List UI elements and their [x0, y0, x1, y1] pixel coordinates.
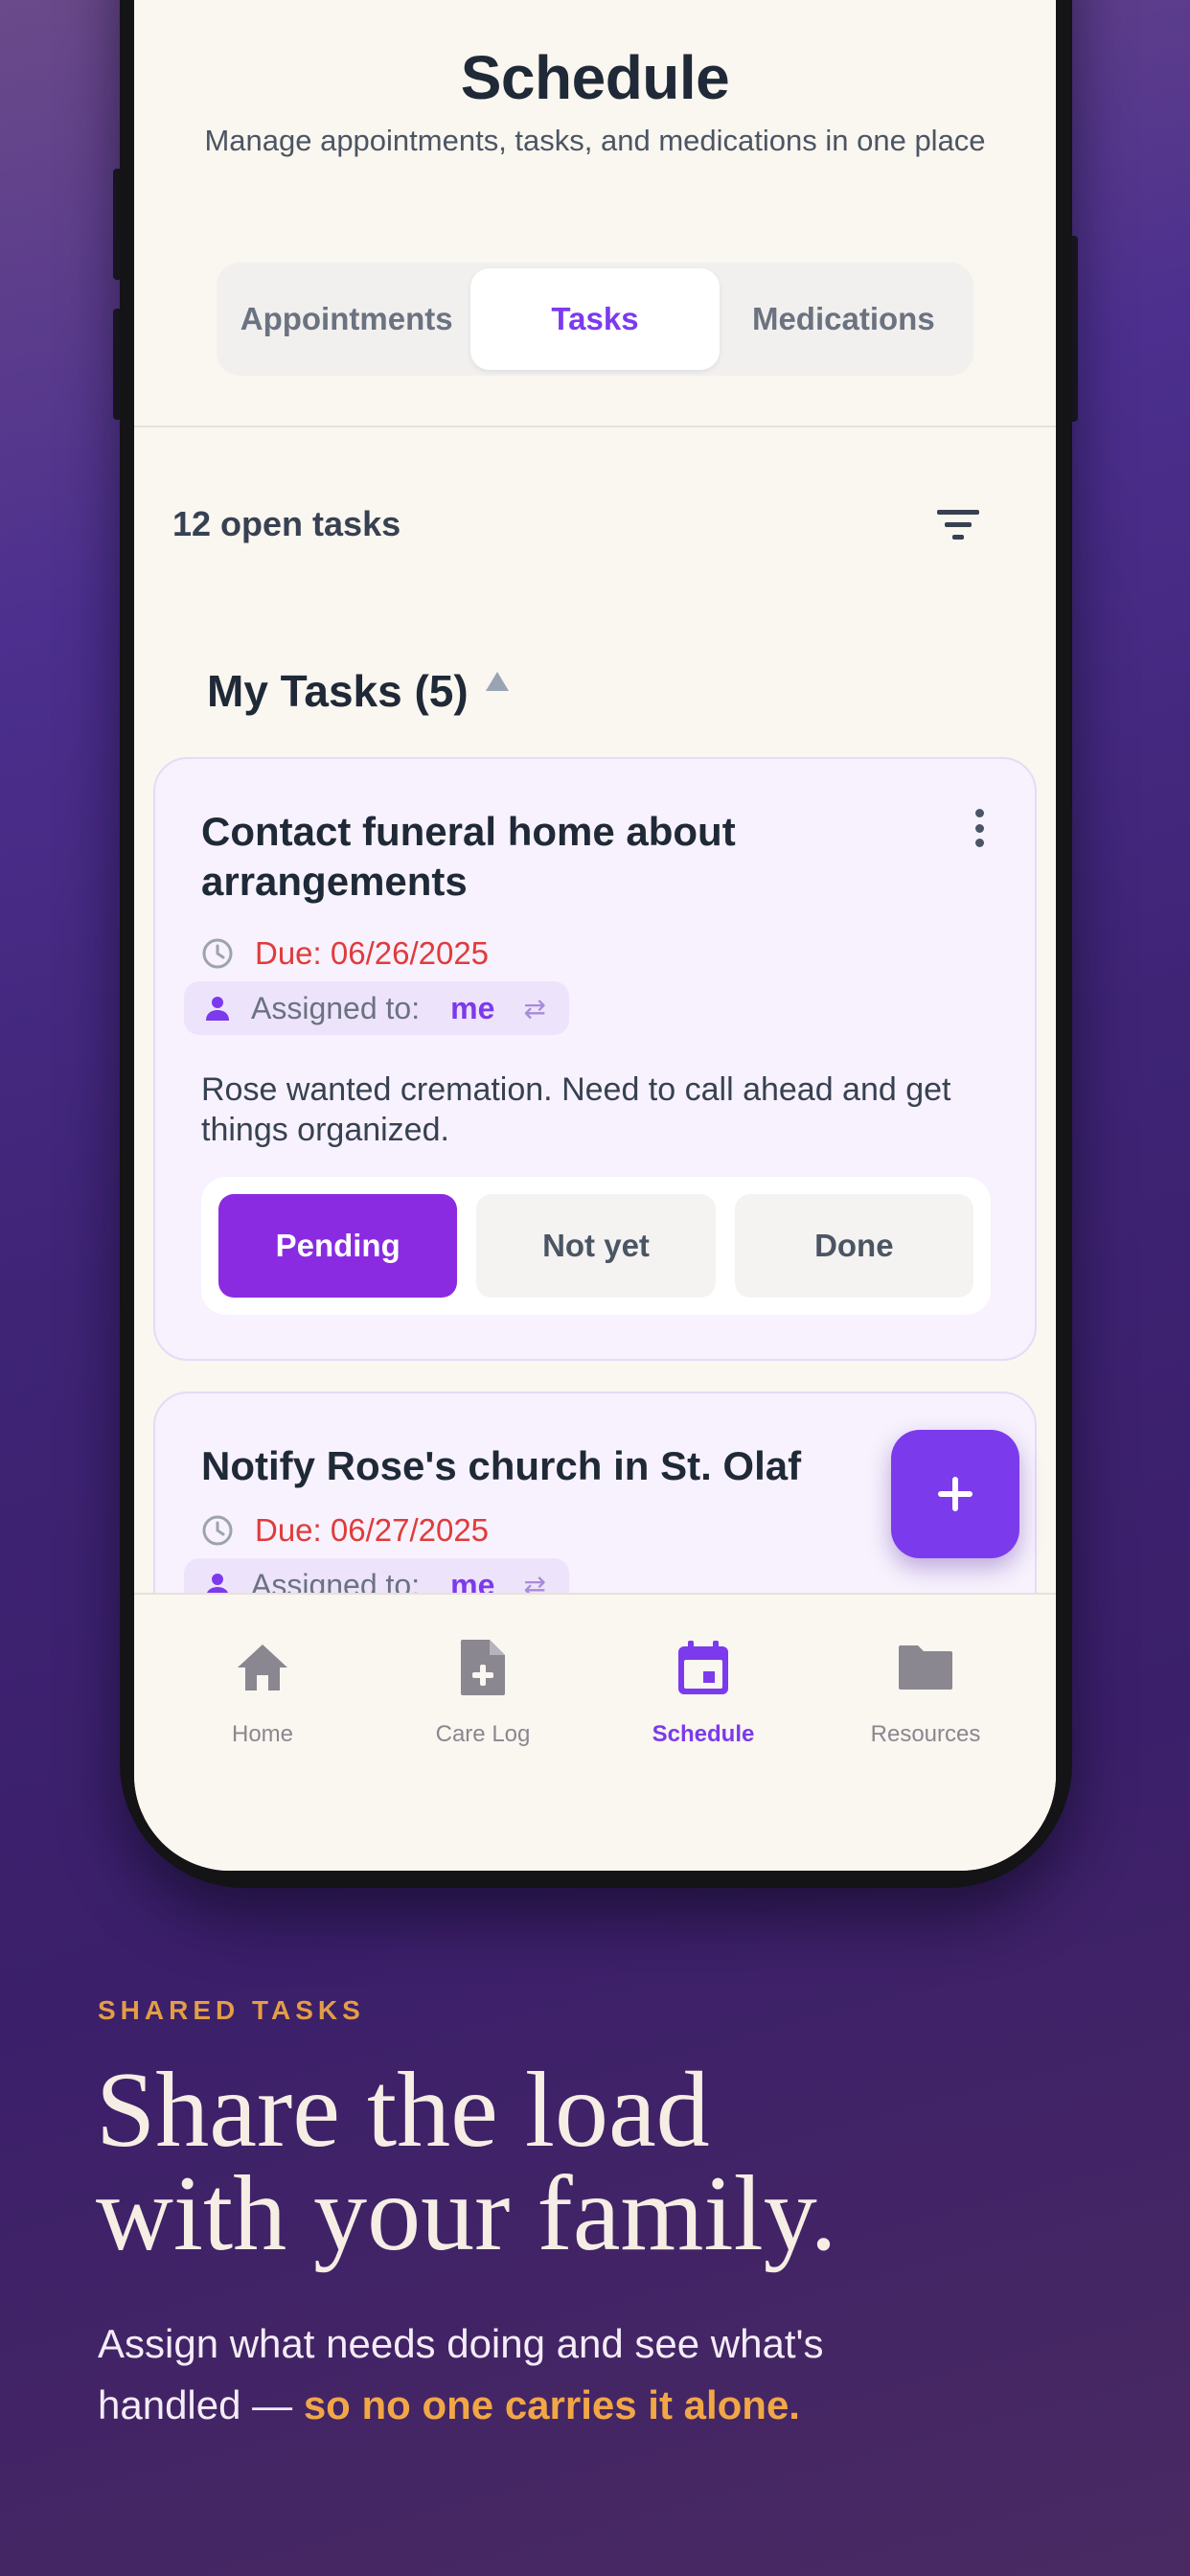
my-tasks-section-header[interactable]: My Tasks (5) [207, 665, 509, 717]
headline-line: Share the load [96, 2051, 710, 2170]
due-date: Due: 06/27/2025 [255, 1512, 490, 1548]
reassign-icon[interactable]: ⇄ [523, 993, 545, 1024]
person-icon [207, 1574, 228, 1593]
collapse-caret-icon [485, 672, 509, 691]
assignee-chip[interactable]: Assigned to: me ⇄ [184, 981, 569, 1035]
due-date-row: Due: 06/26/2025 [201, 935, 489, 972]
add-task-button[interactable] [891, 1430, 1019, 1558]
bottom-navigation: Home Care Log Schedule Resources [134, 1593, 1056, 1871]
home-icon [238, 1644, 287, 1690]
body-line: Assign what needs doing and see what's [98, 2321, 824, 2366]
nav-item-care-log[interactable]: Care Log [387, 1637, 579, 1748]
nav-label: Home [231, 1721, 294, 1747]
assignee-name: me [450, 990, 495, 1025]
body-highlight: so no one carries it alone. [303, 2382, 800, 2427]
task-title: Notify Rose's church in St. Olaf [201, 1443, 802, 1488]
nav-item-resources[interactable]: Resources [830, 1637, 1021, 1748]
page-title: Schedule [460, 43, 730, 112]
header-divider [134, 426, 1056, 427]
headline-line: with your family. [96, 2154, 837, 2273]
clock-icon [202, 1515, 233, 1546]
task-title: Contact funeral home about arrangements [201, 809, 736, 904]
task-card[interactable]: Contact funeral home about arrangements … [153, 757, 1037, 1361]
nav-label: Resources [870, 1721, 981, 1747]
calendar-icon [678, 1641, 728, 1694]
nav-item-home[interactable]: Home [167, 1637, 358, 1748]
marketing-body: Assign what needs doing and see what's h… [98, 2313, 1113, 2436]
filter-button[interactable] [931, 498, 985, 552]
body-prefix: handled — [98, 2382, 304, 2427]
status-done-button[interactable]: Done [734, 1194, 973, 1298]
nav-item-schedule[interactable]: Schedule [607, 1637, 799, 1748]
feature-eyebrow: SHARED TASKS [98, 1995, 365, 2025]
clock-icon [202, 938, 233, 969]
page-subtitle: Manage appointments, tasks, and medicati… [204, 124, 986, 157]
assigned-label: Assigned to: [251, 990, 421, 1025]
body-line: handled — so no one carries it alone. [98, 2375, 1113, 2436]
schedule-tabs: Appointments Tasks Medications [217, 263, 973, 376]
app-screen: Schedule Manage appointments, tasks, and… [134, 0, 1056, 1871]
due-date-row: Due: 06/27/2025 [201, 1512, 489, 1549]
person-icon [206, 997, 229, 1021]
task-note: Rose wanted cremation. Need to call ahea… [201, 1071, 951, 1148]
assigned-label: Assigned to: [251, 1567, 421, 1594]
tab-appointments[interactable]: Appointments [222, 268, 470, 370]
folder-icon [899, 1645, 952, 1690]
assignee-name: me [450, 1567, 495, 1594]
nav-label: Schedule [652, 1721, 755, 1747]
marketing-headline: Share the load with your family. [96, 2051, 1111, 2273]
nav-label: Care Log [435, 1721, 531, 1747]
due-date: Due: 06/26/2025 [255, 935, 490, 971]
status-pending-button[interactable]: Pending [218, 1194, 458, 1298]
section-title: My Tasks (5) [207, 666, 469, 716]
assignee-chip[interactable]: Assigned to: me ⇄ [184, 1558, 569, 1593]
status-selector: Pending Not yet Done [201, 1177, 991, 1315]
status-not-yet-button[interactable]: Not yet [476, 1194, 716, 1298]
reassign-icon[interactable]: ⇄ [523, 1570, 545, 1594]
tab-medications[interactable]: Medications [720, 268, 968, 370]
open-task-count: 12 open tasks [172, 504, 401, 543]
plus-icon [938, 1477, 973, 1511]
filter-icon [937, 510, 979, 540]
more-options-icon[interactable] [970, 809, 989, 847]
note-add-icon [461, 1640, 505, 1695]
tab-tasks[interactable]: Tasks [470, 268, 720, 370]
